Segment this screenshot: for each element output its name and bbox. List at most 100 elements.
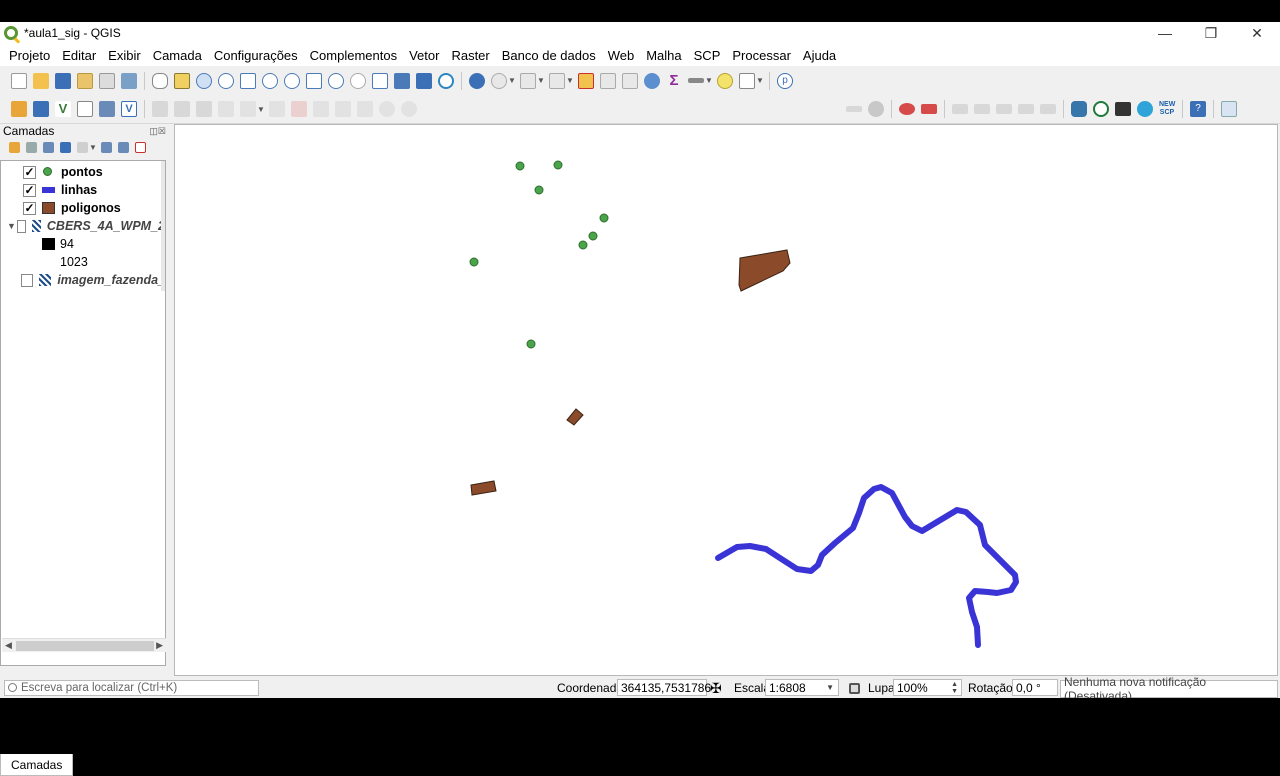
locator-search-input[interactable]: Escreva para localizar (Ctrl+K): [4, 680, 259, 696]
save-edits-icon[interactable]: [196, 101, 212, 117]
style-panel-icon[interactable]: [9, 141, 20, 153]
statistical-summary-icon[interactable]: Σ: [666, 72, 682, 89]
polygon-feature[interactable]: [470, 480, 497, 496]
close-button[interactable]: ✕: [1234, 22, 1280, 44]
add-group-icon[interactable]: [26, 141, 37, 153]
layer-row-imagem-fazenda[interactable]: imagem_fazenda_: [1, 271, 165, 289]
scale-combobox[interactable]: 1:6808 ▼: [765, 679, 839, 696]
menu-camada[interactable]: Camada: [147, 48, 208, 63]
current-edits-icon[interactable]: [152, 101, 168, 117]
rotation-field[interactable]: 0,0 °: [1012, 679, 1058, 696]
redo-icon[interactable]: [401, 101, 417, 117]
toggle-editing-icon[interactable]: [174, 101, 190, 117]
layer-row-linhas[interactable]: ✓ linhas: [1, 181, 165, 199]
map-tips-icon[interactable]: [717, 72, 733, 89]
pan-hand-icon[interactable]: [152, 72, 168, 89]
menu-vetor[interactable]: Vetor: [403, 48, 445, 63]
show-hide-labels-icon[interactable]: [1018, 104, 1034, 114]
tools-icon[interactable]: [1115, 102, 1131, 116]
tab-navegador[interactable]: Navegador: [73, 754, 152, 776]
menu-processar[interactable]: Processar: [726, 48, 797, 63]
new-geopackage-layer-icon[interactable]: [33, 101, 49, 117]
expand-arrow-icon[interactable]: ▼: [1, 221, 17, 231]
help-icon[interactable]: ?: [1190, 101, 1206, 117]
polygon-feature[interactable]: [566, 408, 584, 426]
new-bookmark-icon[interactable]: [394, 72, 410, 89]
move-label-icon[interactable]: [952, 104, 968, 114]
show-bookmarks-icon[interactable]: [416, 72, 432, 89]
menu-editar[interactable]: Editar: [56, 48, 102, 63]
horizontal-scrollbar[interactable]: ◀ ▶: [2, 638, 166, 652]
measure-line-icon[interactable]: [688, 78, 704, 83]
new-map-view-icon[interactable]: [372, 72, 388, 89]
deselect-features-icon[interactable]: [578, 72, 594, 89]
delete-selected-icon[interactable]: [291, 101, 307, 117]
menu-exibir[interactable]: Exibir: [102, 48, 147, 63]
coordinate-field[interactable]: 364135,7531786: [617, 679, 711, 696]
chevron-down-icon[interactable]: ▼: [826, 683, 834, 692]
scroll-left-icon[interactable]: ◀: [5, 640, 12, 651]
chevron-down-icon[interactable]: ▼: [566, 76, 574, 85]
line-feature[interactable]: [715, 484, 1019, 648]
attribute-table-icon[interactable]: [600, 72, 616, 89]
lock-scale-icon[interactable]: [849, 683, 860, 694]
scroll-right-icon[interactable]: ▶: [156, 640, 163, 651]
vertical-scrollbar[interactable]: [161, 161, 165, 291]
add-virtual-layer-icon[interactable]: V: [121, 101, 137, 117]
scp-icon[interactable]: NEW SCP: [1159, 101, 1175, 117]
menu-web[interactable]: Web: [602, 48, 641, 63]
menu-raster[interactable]: Raster: [445, 48, 495, 63]
layout-manager-icon[interactable]: [99, 72, 115, 89]
identify-features-icon[interactable]: [469, 72, 485, 89]
point-feature[interactable]: [526, 339, 536, 349]
chevron-down-icon[interactable]: ▼: [257, 105, 265, 114]
layer-row-pontos[interactable]: ✓ pontos: [1, 163, 165, 181]
panel-float-close-icon[interactable]: ◫☒: [149, 126, 168, 137]
layer-labeling-icon[interactable]: [868, 101, 884, 117]
scroll-thumb[interactable]: [16, 641, 154, 651]
point-feature[interactable]: [588, 231, 598, 241]
chevron-down-icon[interactable]: ▼: [756, 76, 764, 85]
restore-button[interactable]: ❐: [1188, 22, 1234, 44]
search-icon[interactable]: [1093, 101, 1109, 117]
expand-all-icon[interactable]: [101, 141, 112, 153]
python-console-icon[interactable]: [1071, 101, 1087, 117]
layer-visibility-checkbox[interactable]: [21, 273, 34, 287]
refresh-icon[interactable]: [438, 72, 454, 89]
magnifier-spinbox[interactable]: 100% ▲ ▼: [893, 679, 962, 696]
point-feature[interactable]: [578, 240, 588, 250]
pin-labels-icon[interactable]: [899, 103, 915, 115]
select-features-icon[interactable]: [520, 72, 536, 89]
paste-features-icon[interactable]: [357, 101, 373, 117]
zoom-full-icon[interactable]: [240, 72, 256, 89]
point-feature[interactable]: [599, 213, 609, 223]
dock-icon[interactable]: [1221, 101, 1237, 117]
modify-attributes-icon[interactable]: [269, 101, 285, 117]
field-calculator-icon[interactable]: [622, 72, 638, 89]
chevron-down-icon[interactable]: ▼: [537, 76, 545, 85]
chevron-down-icon[interactable]: ▼: [705, 76, 713, 85]
menu-scp[interactable]: SCP: [688, 48, 727, 63]
run-feature-action-icon[interactable]: [491, 72, 507, 89]
rotate-label-icon[interactable]: [974, 104, 990, 114]
layer-visibility-checkbox[interactable]: ✓: [23, 183, 36, 197]
point-feature[interactable]: [534, 185, 544, 195]
layer-visibility-checkbox[interactable]: ✓: [23, 201, 36, 215]
label-tool-icon[interactable]: [846, 106, 862, 112]
polygon-feature[interactable]: [738, 249, 791, 292]
filter-expression-icon[interactable]: [77, 141, 88, 153]
notification-message[interactable]: Nenhuma nova notificação (Desativada): [1060, 675, 1278, 703]
save-project-icon[interactable]: [55, 72, 71, 89]
open-project-icon[interactable]: [33, 72, 49, 89]
highlight-labels-icon[interactable]: [921, 104, 937, 114]
point-feature[interactable]: [515, 161, 525, 171]
vertex-tool-icon[interactable]: [240, 101, 256, 117]
plugin-p-icon[interactable]: p: [777, 72, 793, 89]
pan-to-selection-icon[interactable]: [174, 72, 190, 89]
collapse-all-icon[interactable]: [118, 141, 129, 153]
spin-arrows-icon[interactable]: ▲ ▼: [951, 681, 958, 695]
undo-icon[interactable]: [379, 101, 395, 117]
filter-legend-icon[interactable]: [60, 141, 71, 153]
add-vector-layer-icon[interactable]: V: [55, 101, 71, 117]
text-annotation-icon[interactable]: [739, 72, 755, 89]
